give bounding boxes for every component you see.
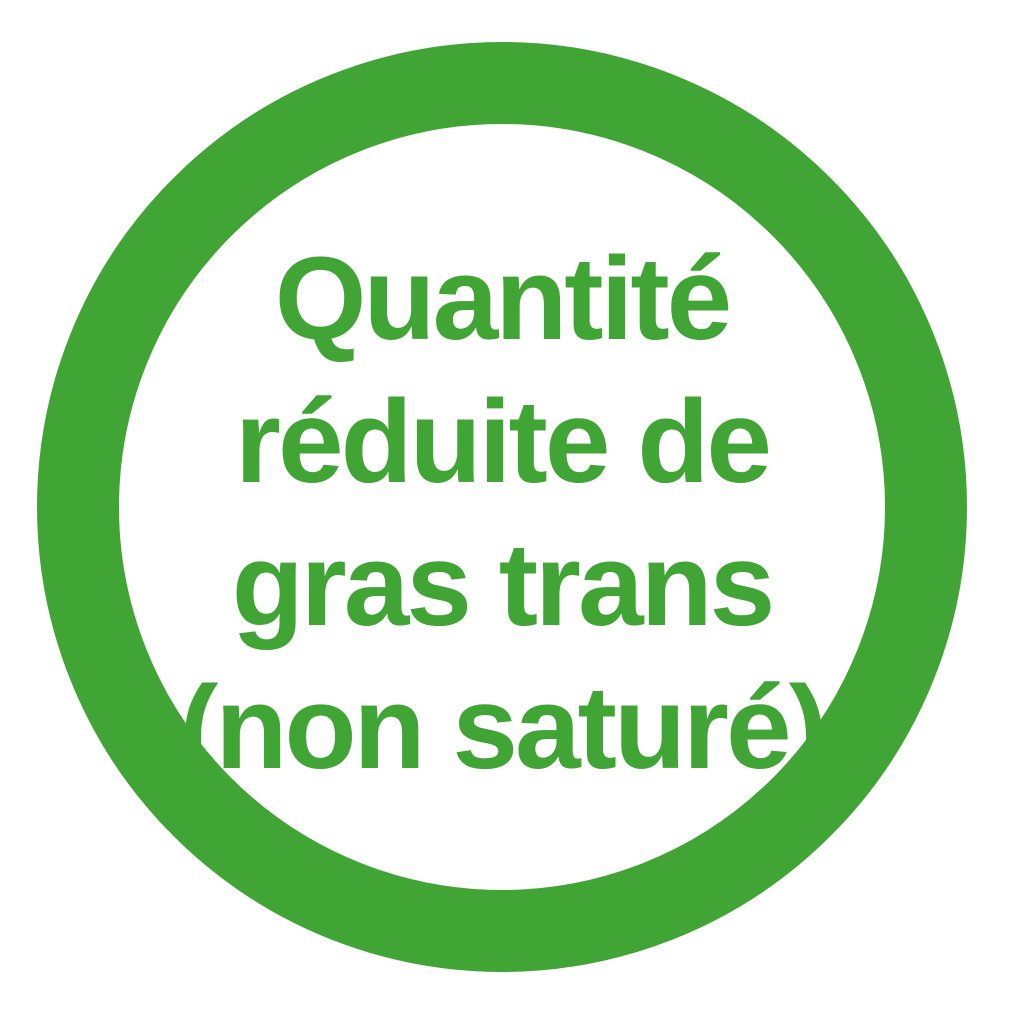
badge-line-4: (non saturé) [179,662,828,794]
badge-line-2: réduite de [235,376,772,508]
badge-line-3: gras trans [231,519,776,651]
badge-label: Quantité réduite de gras trans (non satu… [0,228,1004,800]
badge-line-1: Quantité [274,233,733,365]
